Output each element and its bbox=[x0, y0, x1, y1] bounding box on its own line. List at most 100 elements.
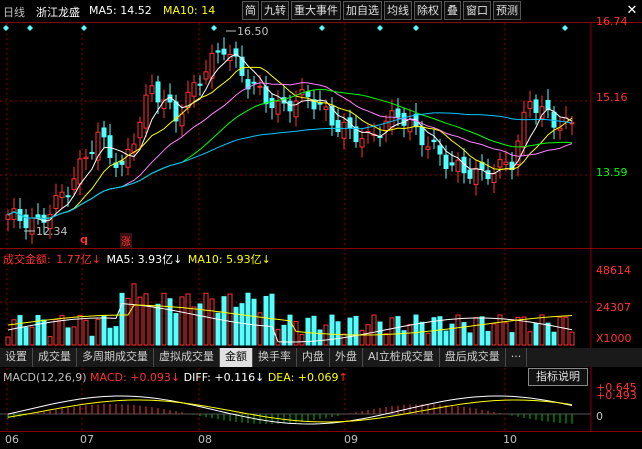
volume-bar bbox=[545, 322, 551, 346]
tab-ai-volume[interactable]: AI立桩成交量 bbox=[363, 348, 440, 367]
tab-virtual-volume[interactable]: 虚拟成交量 bbox=[154, 348, 220, 367]
x-label-07: 07 bbox=[80, 433, 94, 446]
candle-body bbox=[35, 214, 41, 218]
candle-body bbox=[179, 113, 185, 127]
tab-outer-volume[interactable]: 外盘 bbox=[330, 348, 363, 367]
volume-bar bbox=[407, 323, 413, 346]
tab-settings[interactable]: 设置 bbox=[0, 348, 33, 367]
volume-bar bbox=[395, 316, 401, 346]
event-marker-q[interactable]: q bbox=[80, 233, 88, 246]
volume-bar bbox=[47, 336, 53, 346]
event-diamond-icon bbox=[319, 25, 325, 31]
candle-body bbox=[335, 120, 341, 133]
volume-bar bbox=[119, 292, 125, 346]
diff-value: DIFF: +0.116 bbox=[183, 371, 256, 384]
tab-inner-volume[interactable]: 内盘 bbox=[297, 348, 330, 367]
volume-bar bbox=[569, 331, 575, 346]
volume-bar bbox=[287, 314, 293, 346]
candle-body bbox=[11, 208, 17, 220]
candle-body bbox=[389, 110, 395, 128]
stock-name: 浙江龙盛 bbox=[36, 6, 80, 19]
volume-bar bbox=[251, 298, 257, 346]
candle-body bbox=[89, 151, 95, 154]
event-diamond-icon bbox=[413, 25, 419, 31]
arrow-down-icon: ↓ bbox=[170, 371, 181, 384]
volume-bar bbox=[473, 317, 479, 346]
toolbar-window-button[interactable]: 窗口 bbox=[463, 1, 491, 20]
toolbar-major-events-button[interactable]: 重大事件 bbox=[291, 1, 341, 20]
volume-bar bbox=[317, 329, 323, 346]
volume-bar bbox=[269, 293, 275, 346]
candle-body bbox=[269, 97, 275, 109]
volume-bar bbox=[107, 327, 113, 346]
candle-body bbox=[191, 82, 197, 97]
volume-bar bbox=[263, 295, 269, 346]
volume-bar bbox=[215, 312, 221, 346]
ma5-readout: MA5: 14.52 bbox=[89, 4, 152, 17]
volume-amount: 1.77亿 bbox=[56, 253, 92, 266]
volume-ma5: MA5: 3.93亿 bbox=[106, 253, 174, 266]
tab-amount[interactable]: 金额 bbox=[220, 348, 253, 367]
candle-body bbox=[125, 148, 131, 168]
volume-bar bbox=[425, 332, 431, 346]
volume-bar bbox=[347, 317, 353, 346]
candle-body bbox=[305, 91, 311, 97]
tab-volume[interactable]: 成交量 bbox=[33, 348, 77, 367]
x-label-09: 09 bbox=[344, 433, 358, 446]
divider bbox=[0, 22, 642, 23]
volume-bar bbox=[191, 306, 197, 346]
candle-body bbox=[455, 159, 461, 172]
volume-bar bbox=[137, 296, 143, 346]
candle-body bbox=[143, 94, 149, 129]
volume-bar bbox=[233, 306, 239, 346]
volume-bar bbox=[185, 293, 191, 346]
candle-body bbox=[497, 159, 503, 168]
divider bbox=[0, 248, 642, 249]
candle-body bbox=[485, 170, 491, 180]
ma10-readout: MA10: 14.6 bbox=[163, 4, 215, 17]
candle-body bbox=[407, 118, 413, 133]
candle-body bbox=[425, 146, 431, 150]
candle-body bbox=[443, 154, 449, 170]
arrow-down-icon: ↓ bbox=[261, 253, 271, 266]
tab-turnover[interactable]: 换手率 bbox=[253, 348, 297, 367]
toolbar-forecast-button[interactable]: 预测 bbox=[493, 1, 521, 20]
candle-body bbox=[203, 71, 209, 80]
tab-multi-period-volume[interactable]: 多周期成交量 bbox=[77, 348, 154, 367]
candle-body bbox=[197, 83, 203, 86]
toolbar-simplified-button[interactable]: 简 bbox=[242, 1, 259, 20]
x-label-10: 10 bbox=[503, 433, 517, 446]
candle-body bbox=[137, 121, 143, 139]
high-price-annotation: 16.50 bbox=[237, 25, 269, 38]
volume-bar bbox=[227, 293, 233, 346]
tab-more[interactable]: ··· bbox=[505, 348, 528, 367]
event-marker-zhang[interactable]: 涨 bbox=[120, 233, 132, 248]
candle-body bbox=[65, 195, 71, 198]
macd-header: MACD(12,26,9) MACD: +0.093↓ DIFF: +0.116… bbox=[3, 371, 348, 385]
candle-body bbox=[419, 126, 425, 146]
candle-body bbox=[527, 100, 533, 109]
candle-body bbox=[71, 178, 77, 190]
arrow-down-icon: ↓ bbox=[255, 371, 265, 384]
ma10-line bbox=[7, 66, 573, 220]
toolbar-add-watchlist-button[interactable]: 加自选 bbox=[343, 1, 382, 20]
volume-bar bbox=[77, 314, 83, 346]
volume-bar bbox=[515, 316, 521, 346]
volume-bar bbox=[299, 333, 305, 346]
candle-body bbox=[551, 111, 557, 128]
candle-body bbox=[359, 138, 365, 148]
volume-bar bbox=[29, 326, 35, 346]
toolbar-jiuzhuan-button[interactable]: 九转 bbox=[261, 1, 289, 20]
period-label[interactable]: 日线 bbox=[3, 4, 25, 20]
event-diamond-icon bbox=[81, 25, 87, 31]
toolbar-overlay-button[interactable]: 叠 bbox=[444, 1, 461, 20]
indicator-help-button[interactable]: 指标说明 bbox=[528, 368, 588, 386]
candle-body bbox=[521, 111, 527, 149]
toolbar-ex-rights-button[interactable]: 除权 bbox=[414, 1, 442, 20]
toolbar-moving-average-button[interactable]: 均线 bbox=[384, 1, 412, 20]
tab-after-hours-volume[interactable]: 盘后成交量 bbox=[439, 348, 506, 367]
volume-header: 成交金额: 1.77亿↓ MA5: 3.93亿↓ MA10: 5.93亿↓ bbox=[3, 251, 273, 266]
candle-body bbox=[437, 145, 443, 155]
volume-bar bbox=[383, 333, 389, 346]
ma5-line bbox=[7, 53, 573, 222]
